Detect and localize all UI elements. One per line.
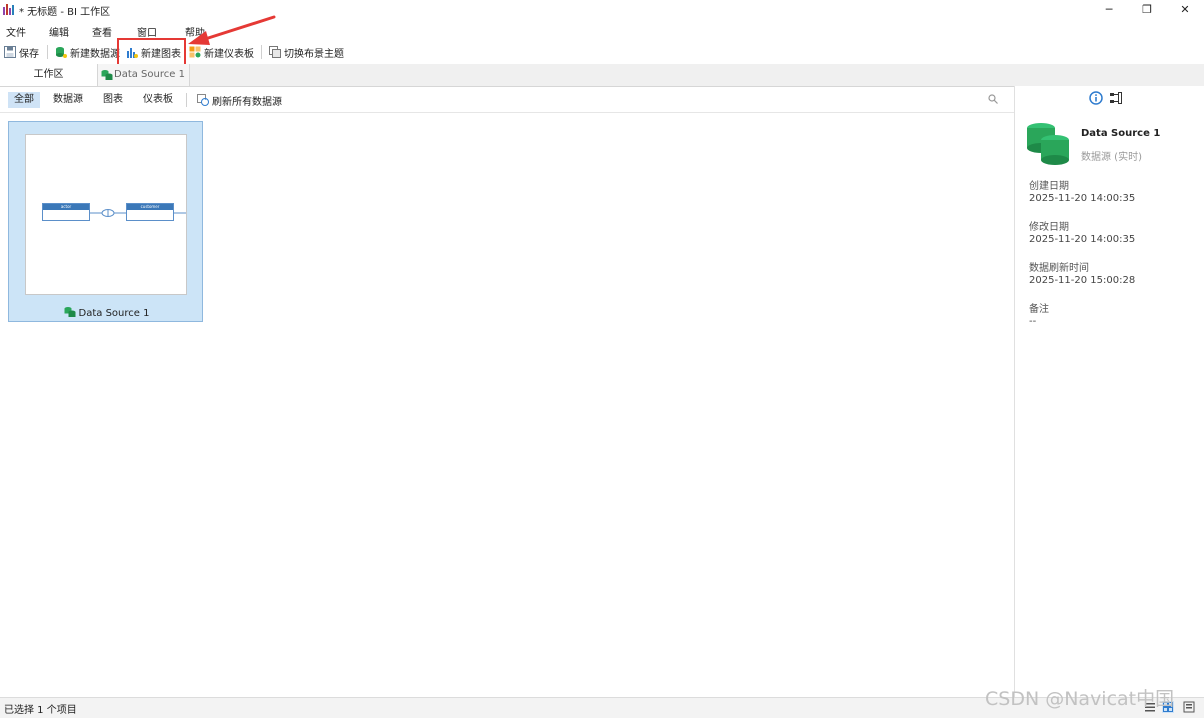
filter-dashboard[interactable]: 仪表板 [137, 92, 179, 108]
thumb-node: actor [42, 203, 90, 221]
switch-theme-label: 切换布景主题 [284, 48, 344, 60]
created-date-value: 2025-11-20 14:00:35 [1029, 193, 1136, 204]
title-bar: * 无标题 - BI 工作区 ─ ❐ ✕ [0, 0, 1204, 19]
datasource-icon [64, 307, 76, 317]
note-value: -- [1029, 316, 1037, 327]
refresh-all-button[interactable]: 刷新所有数据源 [197, 92, 282, 108]
document-tab-bar: 工作区 Data Source 1 [0, 64, 1204, 87]
structure-icon[interactable] [1109, 91, 1123, 105]
info-icon[interactable] [1089, 91, 1103, 105]
datasource-large-icon [1027, 123, 1069, 165]
tab-datasource-label: Data Source 1 [114, 69, 185, 80]
new-datasource-label: 新建数据源 [70, 48, 120, 60]
refresh-datasource-icon [197, 94, 209, 106]
switch-theme-button[interactable]: 切换布景主题 [269, 44, 344, 60]
thumb-node: customer [126, 203, 174, 221]
maximize-button[interactable]: ❐ [1128, 0, 1166, 19]
menu-file[interactable]: 文件 [6, 24, 26, 39]
save-icon [4, 46, 16, 58]
note-label: 备注 [1029, 304, 1049, 315]
tab-workspace[interactable]: 工作区 [0, 64, 98, 86]
info-panel: Data Source 1 数据源 (实时) 创建日期 2025-11-20 1… [1015, 86, 1204, 697]
modified-date-label: 修改日期 [1029, 222, 1069, 233]
filter-datasource[interactable]: 数据源 [47, 92, 89, 108]
filter-all[interactable]: 全部 [8, 92, 40, 108]
datasource-thumbnail: actor customer [25, 134, 187, 295]
tab-datasource[interactable]: Data Source 1 [98, 64, 190, 86]
modified-date-value: 2025-11-20 14:00:35 [1029, 234, 1136, 245]
menu-window[interactable]: 窗口 [137, 24, 157, 39]
datasource-type: 数据源 (实时) [1081, 152, 1142, 163]
menu-edit[interactable]: 编辑 [49, 24, 69, 39]
filter-bar: 全部 数据源 图表 仪表板 刷新所有数据源 [0, 88, 1014, 113]
filter-divider [186, 93, 187, 107]
menu-bar: 文件 编辑 查看 窗口 帮助 [0, 20, 1204, 39]
detail-view-icon[interactable] [1183, 701, 1195, 713]
watermark: CSDN @Navicat中国 [985, 688, 1175, 710]
annotation-arrow-icon [188, 15, 276, 45]
search-icon[interactable] [988, 94, 998, 104]
datasource-icon [101, 70, 113, 80]
datasource-card-label: Data Source 1 [9, 306, 204, 319]
app-logo-icon [3, 4, 14, 15]
tab-workspace-label: 工作区 [33, 69, 64, 80]
datasource-card[interactable]: actor customer Data Source 1 [8, 121, 203, 322]
status-text: 已选择 1 个项目 [4, 705, 77, 716]
thumb-node-title: actor [43, 204, 89, 210]
save-label: 保存 [19, 48, 39, 60]
datasource-name: Data Source 1 [1081, 128, 1161, 139]
join-link-icon [90, 209, 126, 217]
minimize-button[interactable]: ─ [1090, 0, 1128, 19]
datasource-card-name: Data Source 1 [78, 308, 150, 319]
filter-chart[interactable]: 图表 [97, 92, 129, 108]
refresh-all-label: 刷新所有数据源 [212, 96, 282, 108]
workspace-content: actor customer Data Source 1 [0, 113, 1014, 695]
new-datasource-icon [56, 47, 67, 58]
thumb-link-stub [174, 212, 186, 214]
menu-view[interactable]: 查看 [92, 24, 112, 39]
refresh-time-value: 2025-11-20 15:00:28 [1029, 275, 1136, 286]
window-title: * 无标题 - BI 工作区 [19, 7, 111, 18]
close-button[interactable]: ✕ [1166, 0, 1204, 19]
new-datasource-button[interactable]: 新建数据源 [55, 44, 120, 60]
toolbar-divider [47, 45, 48, 59]
refresh-time-label: 数据刷新时间 [1029, 263, 1089, 274]
thumb-node-title: customer [127, 204, 173, 210]
created-date-label: 创建日期 [1029, 181, 1069, 192]
save-button[interactable]: 保存 [4, 44, 39, 60]
